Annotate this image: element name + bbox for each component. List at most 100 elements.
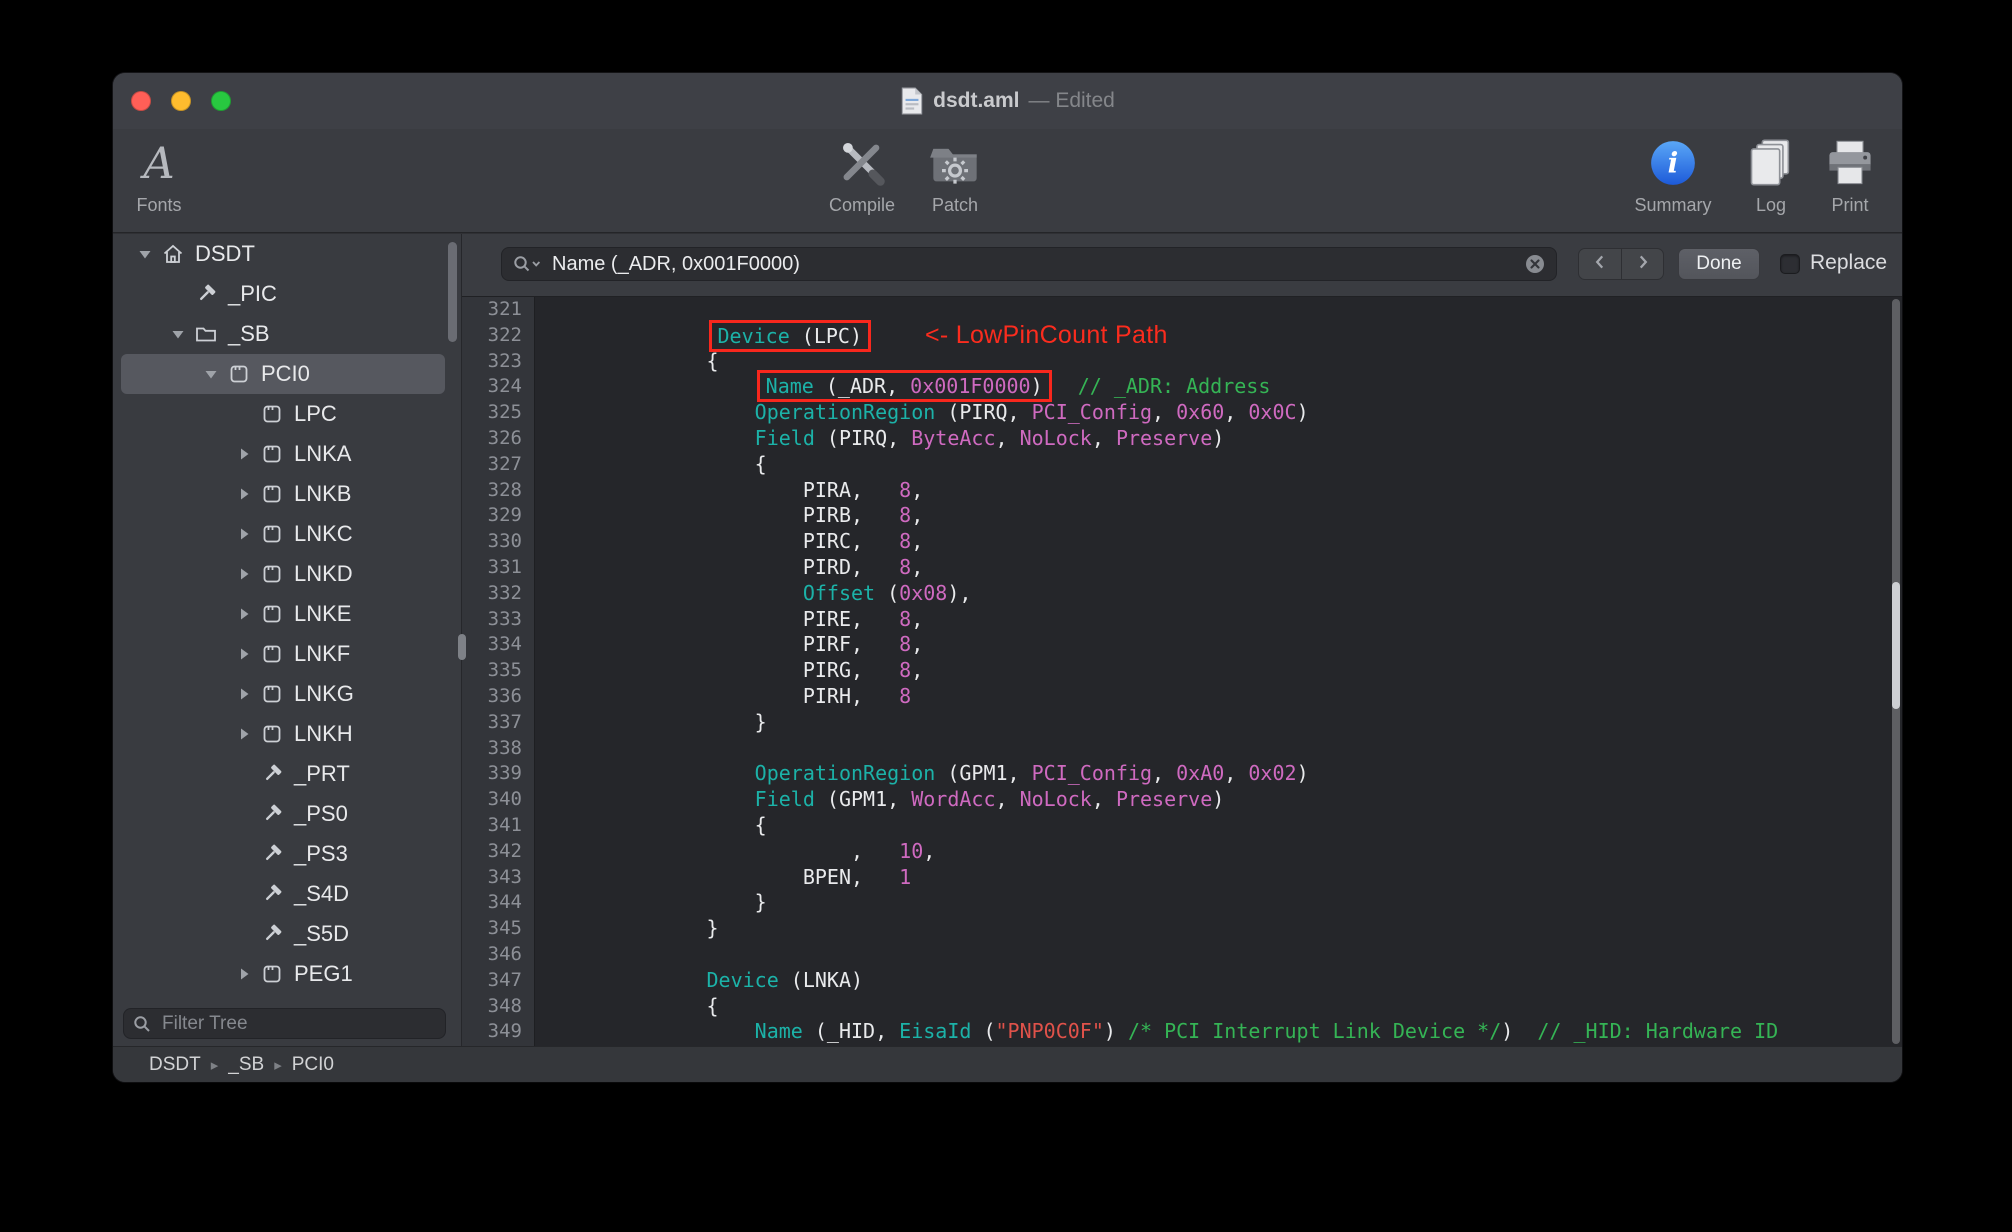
replace-checkbox[interactable] <box>1780 254 1800 274</box>
titlebar[interactable]: dsdt.aml — Edited <box>113 73 1902 129</box>
code-token: "PNP0C0F" <box>995 1019 1104 1044</box>
code-token: , <box>1224 761 1249 786</box>
zoom-button[interactable] <box>211 91 231 111</box>
disclosure-right-icon[interactable] <box>232 726 256 742</box>
sidebar-item-label: LNKA <box>294 441 352 466</box>
editor-scrollbar-thumb[interactable] <box>1892 582 1900 709</box>
sidebar-item-lpc[interactable]: LPC <box>121 394 445 434</box>
disclosure-right-icon[interactable] <box>232 966 256 982</box>
sidebar-item-label: LNKH <box>294 721 353 746</box>
code-text: } <box>534 916 718 942</box>
sidebar-item-_sb[interactable]: _SB <box>121 314 445 354</box>
sidebar-item-lnkd[interactable]: LNKD <box>121 554 445 594</box>
code-line: 338 <box>462 736 1902 762</box>
find-next-button[interactable] <box>1621 249 1663 279</box>
find-navigation <box>1578 248 1664 280</box>
document-proxy-icon[interactable] <box>900 87 924 115</box>
annotation-red-box: Name (_ADR, 0x001F0000) <box>756 370 1052 403</box>
fonts-button[interactable]: A Fonts <box>113 133 214 229</box>
code-token: , <box>911 477 924 502</box>
filter-tree-field[interactable] <box>123 1008 446 1039</box>
find-bar: Done Replace <box>462 234 1902 297</box>
code-text: PIRH, 8 <box>534 684 911 710</box>
sidebar-item-pci0[interactable]: PCI0 <box>121 354 445 394</box>
minimize-button[interactable] <box>171 91 191 111</box>
sidebar-item-lnka[interactable]: LNKA <box>121 434 445 474</box>
sidebar-item-_prt[interactable]: _PRT <box>121 754 445 794</box>
code-token: OperationRegion <box>754 761 936 786</box>
code-token: (GPM1, <box>814 787 912 812</box>
log-pages-icon <box>1745 133 1797 193</box>
close-button[interactable] <box>131 91 151 111</box>
disclosure-down-icon[interactable] <box>133 246 157 262</box>
disclosure-right-icon[interactable] <box>232 526 256 542</box>
find-previous-button[interactable] <box>1579 249 1621 279</box>
filter-tree-input[interactable] <box>162 1012 437 1035</box>
disclosure-right-icon[interactable] <box>232 486 256 502</box>
line-number: 325 <box>487 401 522 424</box>
disclosure-right-icon[interactable] <box>232 566 256 582</box>
disclosure-right-icon[interactable] <box>232 646 256 662</box>
sidebar-item-label: _S5D <box>294 921 350 946</box>
code-token: PIRA, <box>562 477 900 502</box>
sidebar-item-dsdt[interactable]: DSDT <box>121 234 445 274</box>
sidebar-item-_s4d[interactable]: _S4D <box>121 874 445 914</box>
search-input[interactable] <box>552 252 1516 276</box>
sidebar-item-lnkh[interactable]: LNKH <box>121 714 445 754</box>
code-token: 0x60 <box>1176 400 1225 425</box>
search-field[interactable] <box>501 247 1557 281</box>
patch-button[interactable]: Patch <box>900 133 1010 229</box>
line-number: 329 <box>487 504 522 527</box>
patch-folder-gear-icon <box>929 133 981 193</box>
sidebar-item-_s5d[interactable]: _S5D <box>121 914 445 954</box>
compile-label: Compile <box>828 195 896 215</box>
code-token: 0x08 <box>899 580 948 605</box>
line-number: 327 <box>487 452 522 475</box>
disclosure-right-icon[interactable] <box>232 606 256 622</box>
code-token: 0x02 <box>1248 761 1297 786</box>
sidebar-item-lnke[interactable]: LNKE <box>121 594 445 634</box>
search-menu-icon[interactable] <box>512 253 546 275</box>
done-button[interactable]: Done <box>1678 248 1760 280</box>
sidebar-item-label: LPC <box>294 401 337 426</box>
print-button[interactable]: Print <box>1795 133 1902 229</box>
sidebar-item-lnkg[interactable]: LNKG <box>121 674 445 714</box>
code-token: 0x0C <box>1248 400 1297 425</box>
code-token: Field <box>754 425 815 450</box>
desktop-background: dsdt.aml — Edited A Fonts Compile Patch … <box>0 0 2012 1232</box>
code-editor[interactable]: 321 322 Device (LPC) <- LowPinCount Path 32… <box>462 297 1902 1046</box>
code-token: Preserve <box>1115 425 1213 450</box>
code-text: PIRF, 8, <box>534 632 923 658</box>
sidebar-item-_ps3[interactable]: _PS3 <box>121 834 445 874</box>
sidebar: DSDT _PIC _SB PCI0 LPC LNKA LNKB LNKC LNKD LNKE LN… <box>113 234 462 1046</box>
replace-label[interactable]: Replace <box>1810 251 1887 275</box>
editor-scrollbar[interactable] <box>1892 299 1900 1044</box>
sidebar-item-lnkb[interactable]: LNKB <box>121 474 445 514</box>
splitter-handle[interactable] <box>458 634 466 660</box>
window-title-group: dsdt.aml — Edited <box>900 87 1115 115</box>
sidebar-item-lnkf[interactable]: LNKF <box>121 634 445 674</box>
sidebar-scrollbar-thumb[interactable] <box>448 242 457 342</box>
clear-search-icon[interactable] <box>1524 253 1546 275</box>
code-text: PIRE, 8, <box>534 607 923 633</box>
code-token: 8 <box>899 503 912 528</box>
breadcrumb-item[interactable]: DSDT <box>149 1054 201 1076</box>
sidebar-item-lnkc[interactable]: LNKC <box>121 514 445 554</box>
folder-icon <box>194 322 218 346</box>
sidebar-item-_pic[interactable]: _PIC <box>121 274 445 314</box>
disclosure-down-icon[interactable] <box>166 326 190 342</box>
sidebar-item-peg1[interactable]: PEG1 <box>121 954 445 994</box>
code-token: 8 <box>899 658 912 683</box>
summary-button[interactable]: i Summary <box>1618 133 1728 229</box>
sidebar-item-_ps0[interactable]: _PS0 <box>121 794 445 834</box>
breadcrumb-item[interactable]: PCI0 <box>292 1054 334 1076</box>
disclosure-down-icon[interactable] <box>199 366 223 382</box>
device-icon <box>260 962 284 986</box>
breadcrumb-item[interactable]: _SB <box>228 1054 264 1076</box>
disclosure-right-icon[interactable] <box>232 446 256 462</box>
disclosure-right-icon[interactable] <box>232 686 256 702</box>
